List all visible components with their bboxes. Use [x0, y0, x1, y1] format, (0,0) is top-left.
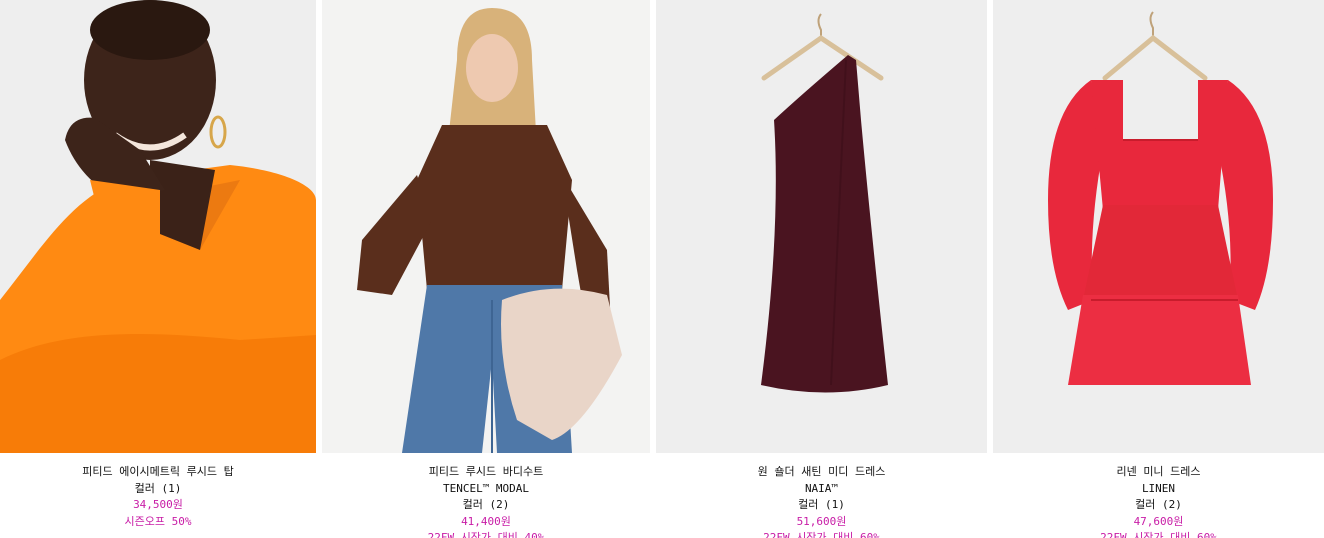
product-name[interactable]: 피티드 에이시메트릭 루시드 탑: [0, 464, 316, 481]
product-card[interactable]: 피티드 에이시메트릭 루시드 탑 컬러 (1) 34,500원 시즌오프 50%: [0, 0, 316, 538]
product-colors: 컬러 (2): [462, 498, 510, 511]
product-info: 피티드 루시드 바디수트 TENCEL™ MODAL 컬러 (2) 41,400…: [322, 464, 650, 538]
product-info: 원 숄더 새틴 미디 드레스 NAIA™ 컬러 (1) 51,600원 22FW…: [656, 464, 987, 538]
product-grid: 피티드 에이시메트릭 루시드 탑 컬러 (1) 34,500원 시즌오프 50%: [0, 0, 1324, 538]
product-name[interactable]: 원 숄더 새틴 미디 드레스: [656, 464, 987, 481]
product-colors: 컬러 (1): [134, 481, 182, 495]
product-promo: 22FW 시작가 대비 60%: [763, 531, 880, 538]
product-colors: 컬러 (2): [1135, 498, 1182, 511]
product-price: 41,400원: [461, 514, 511, 528]
product-promo: 22FW 시작가 대비 40%: [427, 531, 545, 538]
product-subtitle: LINEN: [1141, 481, 1176, 495]
product-info: 리넨 미니 드레스 LINEN 컬러 (2) 47,600원 22FW 시작가 …: [993, 464, 1324, 538]
product-price: 51,600원: [796, 514, 847, 528]
product-card[interactable]: 피티드 루시드 바디수트 TENCEL™ MODAL 컬러 (2) 41,400…: [322, 0, 650, 538]
product-card[interactable]: 원 숄더 새틴 미디 드레스 NAIA™ 컬러 (1) 51,600원 22FW…: [656, 0, 987, 538]
product-price: 47,600원: [1133, 514, 1184, 528]
product-image[interactable]: [322, 0, 650, 453]
product-name[interactable]: 피티드 루시드 바디수트: [322, 464, 650, 481]
product-promo: 시즌오프 50%: [124, 514, 192, 528]
product-image[interactable]: [656, 0, 987, 453]
product-info: 피티드 에이시메트릭 루시드 탑 컬러 (1) 34,500원 시즌오프 50%: [0, 464, 316, 530]
product-image[interactable]: [993, 0, 1324, 453]
product-promo: 22FW 시작가 대비 60%: [1100, 531, 1217, 538]
product-name[interactable]: 리넨 미니 드레스: [993, 464, 1324, 481]
product-price: 34,500원: [133, 498, 183, 511]
product-colors: 컬러 (1): [798, 498, 845, 511]
product-card[interactable]: 리넨 미니 드레스 LINEN 컬러 (2) 47,600원 22FW 시작가 …: [993, 0, 1324, 538]
product-subtitle: TENCEL™ MODAL: [442, 481, 530, 495]
product-subtitle: NAIA™: [804, 481, 839, 495]
product-image[interactable]: [0, 0, 316, 453]
